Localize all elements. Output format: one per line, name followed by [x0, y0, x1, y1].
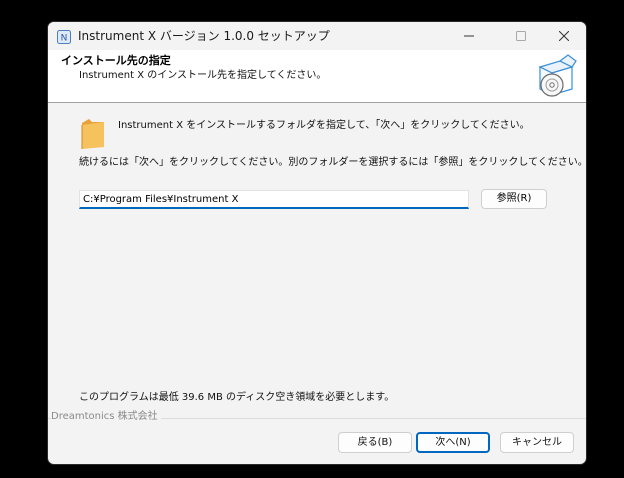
maximize-icon [515, 31, 526, 41]
svg-text:N: N [61, 34, 68, 44]
title-bar: N Instrument X バージョン 1.0.0 セットアップ [48, 22, 586, 50]
cancel-button[interactable]: キャンセル [500, 432, 574, 453]
browse-button[interactable]: 参照(R) [481, 189, 547, 209]
folder-description: Instrument X をインストールするフォルダを指定して、「次へ」をクリッ… [118, 120, 530, 131]
brand-divider: Dreamtonics 株式会社 [48, 411, 586, 425]
setup-box-disc-icon [534, 53, 578, 99]
brand-label: Dreamtonics 株式会社 [51, 411, 161, 423]
minimize-button[interactable] [446, 22, 491, 50]
next-button[interactable]: 次へ(N) [416, 432, 490, 453]
folder-icon [80, 116, 106, 150]
setup-window: N Instrument X バージョン 1.0.0 セットアップ インストール… [47, 21, 587, 465]
instruction-text: 続けるには「次へ」をクリックしてください。別のフォルダーを選択するには「参照」を… [79, 157, 587, 168]
page-subtitle: Instrument X のインストール先を指定してください。 [79, 70, 327, 81]
close-button[interactable] [541, 22, 586, 50]
maximize-button[interactable] [498, 22, 543, 50]
minimize-icon [463, 35, 474, 37]
wizard-body: Instrument X をインストールするフォルダを指定して、「次へ」をクリッ… [48, 103, 586, 423]
page-title: インストール先の指定 [61, 54, 171, 67]
back-button[interactable]: 戻る(B) [338, 432, 412, 453]
window-title: Instrument X バージョン 1.0.0 セットアップ [78, 29, 330, 43]
app-icon: N [57, 29, 71, 44]
close-icon [558, 31, 569, 41]
disk-space-requirement: このプログラムは最低 39.6 MB のディスク空き領域を必要とします。 [79, 392, 395, 403]
wizard-header: インストール先の指定 Instrument X のインストール先を指定してくださ… [48, 50, 586, 102]
install-path-input[interactable] [79, 190, 469, 209]
